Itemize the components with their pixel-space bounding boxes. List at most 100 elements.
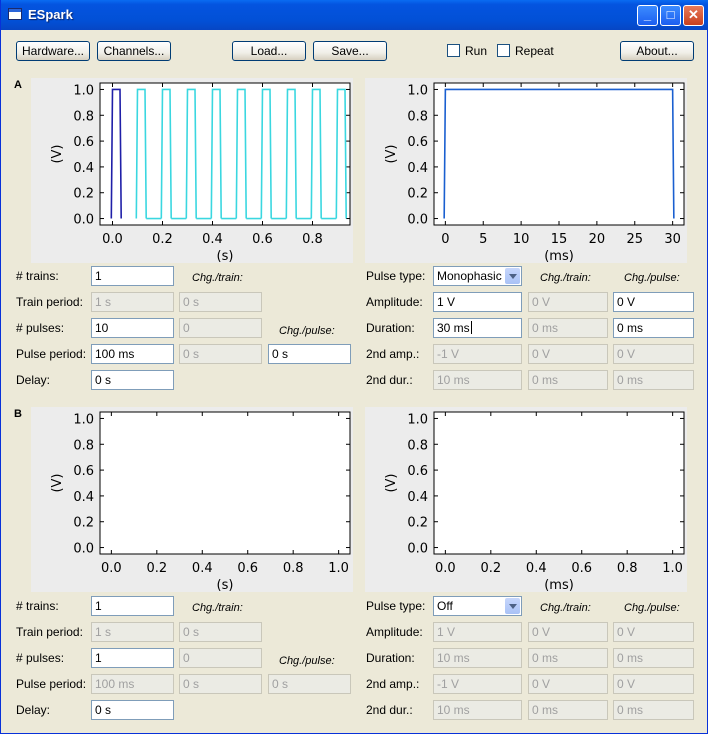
a-amplitude-chg-train-input[interactable]: 0 V	[528, 292, 608, 312]
save-button[interactable]: Save...	[313, 41, 387, 61]
a-train-period-label: Train period:	[16, 295, 83, 309]
run-checkbox[interactable]: Run	[447, 43, 487, 59]
a-pulse-period-chg-train-input[interactable]: 0 s	[179, 344, 262, 364]
a-pulse-xtick-label: 10	[513, 232, 530, 247]
a-train-ylabel: (V)	[50, 144, 65, 163]
section-a-pulse-plot: 0.0 0.2 0.4 0.6 0.8 1.0 0 5 10 15 20 25 30 (ms) (V)	[384, 82, 685, 263]
b-pulse-period-chg-pulse-input[interactable]: 0 s	[268, 674, 351, 694]
maximize-button[interactable]: □	[660, 5, 681, 26]
b-train-ytick-label: 0.6	[73, 464, 94, 479]
a-pulses-input[interactable]: 10	[91, 318, 174, 338]
minimize-button[interactable]: _	[637, 5, 658, 26]
b-train-xtick-label: 0.0	[101, 561, 122, 576]
b-duration-chg-train-input[interactable]: 0 ms	[528, 648, 608, 668]
b-dur2-input[interactable]: 10 ms	[433, 700, 522, 720]
a-amplitude-label: Amplitude:	[366, 295, 423, 309]
b-dur2-label: 2nd dur.:	[366, 703, 413, 717]
b-dur2-chg-pulse-input[interactable]: 0 ms	[613, 700, 694, 720]
a-amp2-chg-pulse-input[interactable]: 0 V	[613, 344, 694, 364]
b-pulse-xlabel: (ms)	[544, 578, 574, 592]
b-pulse-period-chg-train-input[interactable]: 0 s	[179, 674, 262, 694]
about-button[interactable]: About...	[620, 41, 694, 61]
a-pulse-xtick-label: 20	[589, 232, 606, 247]
channels-button[interactable]: Channels...	[97, 41, 171, 61]
b-train-chg-train-hint: Chg./train:	[192, 602, 243, 614]
a-amplitude-chg-pulse-input[interactable]: 0 V	[613, 292, 694, 312]
a-train-chg-train-hint: Chg./train:	[192, 272, 243, 284]
a-pulse-period-chg-pulse-input[interactable]: 0 s	[268, 344, 351, 364]
b-pulses-input[interactable]: 1	[91, 648, 174, 668]
b-pulse-ytick-label: 1.0	[407, 412, 428, 427]
a-pulse-plot-area	[433, 82, 685, 226]
a-pulse-ytick-label: 0.0	[407, 213, 428, 228]
a-dur2-chg-pulse-input[interactable]: 0 ms	[613, 370, 694, 390]
a-train-xtick-label: 0.6	[252, 232, 273, 247]
a-train-xtick-label: 0.0	[102, 232, 123, 247]
a-pulse-chg-train-hint: Chg./train:	[540, 272, 591, 284]
repeat-checkbox-box[interactable]	[497, 44, 510, 57]
b-train-period-chg-input[interactable]: 0 s	[179, 622, 262, 642]
a-dur2-input[interactable]: 10 ms	[433, 370, 522, 390]
a-duration-value: 30 ms	[437, 321, 470, 335]
b-amp2-label: 2nd amp.:	[366, 677, 420, 691]
b-trains-input[interactable]: 1	[91, 596, 174, 616]
section-a-train-plot-frame: 0.0 0.2 0.4 0.6 0.8 1.0 0.0 0.2 0.4 0.6 0.8 (s) (V)	[31, 78, 353, 263]
b-duration-input[interactable]: 10 ms	[433, 648, 522, 668]
a-train-ytick-label: 0.2	[73, 187, 94, 202]
a-duration-chg-train-input[interactable]: 0 ms	[528, 318, 608, 338]
a-pulse-xtick-label: 25	[626, 232, 643, 247]
a-pulses-chg-input[interactable]: 0	[179, 318, 262, 338]
a-delay-input[interactable]: 0 s	[91, 370, 174, 390]
a-amp2-chg-train-input[interactable]: 0 V	[528, 344, 608, 364]
a-amp2-input[interactable]: -1 V	[433, 344, 522, 364]
a-duration-input[interactable]: 30 ms	[433, 318, 522, 338]
b-pulse-period-input[interactable]: 100 ms	[91, 674, 174, 694]
a-dur2-label: 2nd dur.:	[366, 373, 413, 387]
title-bar[interactable]: ESpark _ □ ✕	[1, 0, 708, 30]
b-amplitude-input[interactable]: 1 V	[433, 622, 522, 642]
section-b-label: B	[14, 408, 22, 420]
b-amplitude-chg-pulse-input[interactable]: 0 V	[613, 622, 694, 642]
chevron-down-icon[interactable]	[505, 268, 520, 284]
a-trains-label: # trains:	[16, 269, 59, 283]
a-train-period-input[interactable]: 1 s	[91, 292, 174, 312]
b-amplitude-chg-train-input[interactable]: 0 V	[528, 622, 608, 642]
b-train-xlabel: (s)	[217, 578, 234, 592]
run-checkbox-box[interactable]	[447, 44, 460, 57]
b-duration-label: Duration:	[366, 651, 415, 665]
b-train-ytick-label: 0.4	[73, 490, 94, 505]
repeat-checkbox[interactable]: Repeat	[497, 43, 554, 59]
b-amp2-input[interactable]: -1 V	[433, 674, 522, 694]
b-train-period-input[interactable]: 1 s	[91, 622, 174, 642]
section-a-pulse-plot-frame: 0.0 0.2 0.4 0.6 0.8 1.0 0 5 10 15 20 25 30 (ms) (V)	[365, 78, 687, 263]
b-train-ytick-label: 0.2	[73, 516, 94, 531]
a-train-ytick-label: 0.8	[73, 109, 94, 124]
a-dur2-chg-train-input[interactable]: 0 ms	[528, 370, 608, 390]
b-dur2-chg-train-input[interactable]: 0 ms	[528, 700, 608, 720]
b-pulse-ytick-label: 0.4	[407, 490, 428, 505]
section-b-train-plot-frame: 0.0 0.2 0.4 0.6 0.8 1.0 0.0 0.2 0.4 0.6 0.8 1.0 (s) (…	[31, 407, 353, 592]
close-button[interactable]: ✕	[683, 5, 704, 26]
b-amp2-chg-pulse-input[interactable]: 0 V	[613, 674, 694, 694]
a-train-period-chg-input[interactable]: 0 s	[179, 292, 262, 312]
b-duration-chg-pulse-input[interactable]: 0 ms	[613, 648, 694, 668]
b-train-xtick-label: 1.0	[328, 561, 349, 576]
a-duration-chg-pulse-input[interactable]: 0 ms	[613, 318, 694, 338]
chevron-down-icon[interactable]	[505, 598, 520, 614]
a-trains-input[interactable]: 1	[91, 266, 174, 286]
a-pulse-period-input[interactable]: 100 ms	[91, 344, 174, 364]
b-pulses-chg-input[interactable]: 0	[179, 648, 262, 668]
b-delay-input[interactable]: 0 s	[91, 700, 174, 720]
load-button[interactable]: Load...	[232, 41, 306, 61]
a-pulse-xlabel: (ms)	[544, 249, 574, 263]
b-pulse-type-select[interactable]: Off	[433, 596, 522, 616]
hardware-button[interactable]: Hardware...	[16, 41, 90, 61]
b-pulse-ytick-label: 0.6	[407, 464, 428, 479]
b-train-xtick-label: 0.8	[283, 561, 304, 576]
a-amplitude-input[interactable]: 1 V	[433, 292, 522, 312]
a-pulse-ytick-label: 0.2	[407, 187, 428, 202]
b-amp2-chg-train-input[interactable]: 0 V	[528, 674, 608, 694]
b-pulse-ytick-label: 0.8	[407, 438, 428, 453]
b-delay-label: Delay:	[16, 703, 51, 717]
a-pulse-type-select[interactable]: Monophasic	[433, 266, 522, 286]
